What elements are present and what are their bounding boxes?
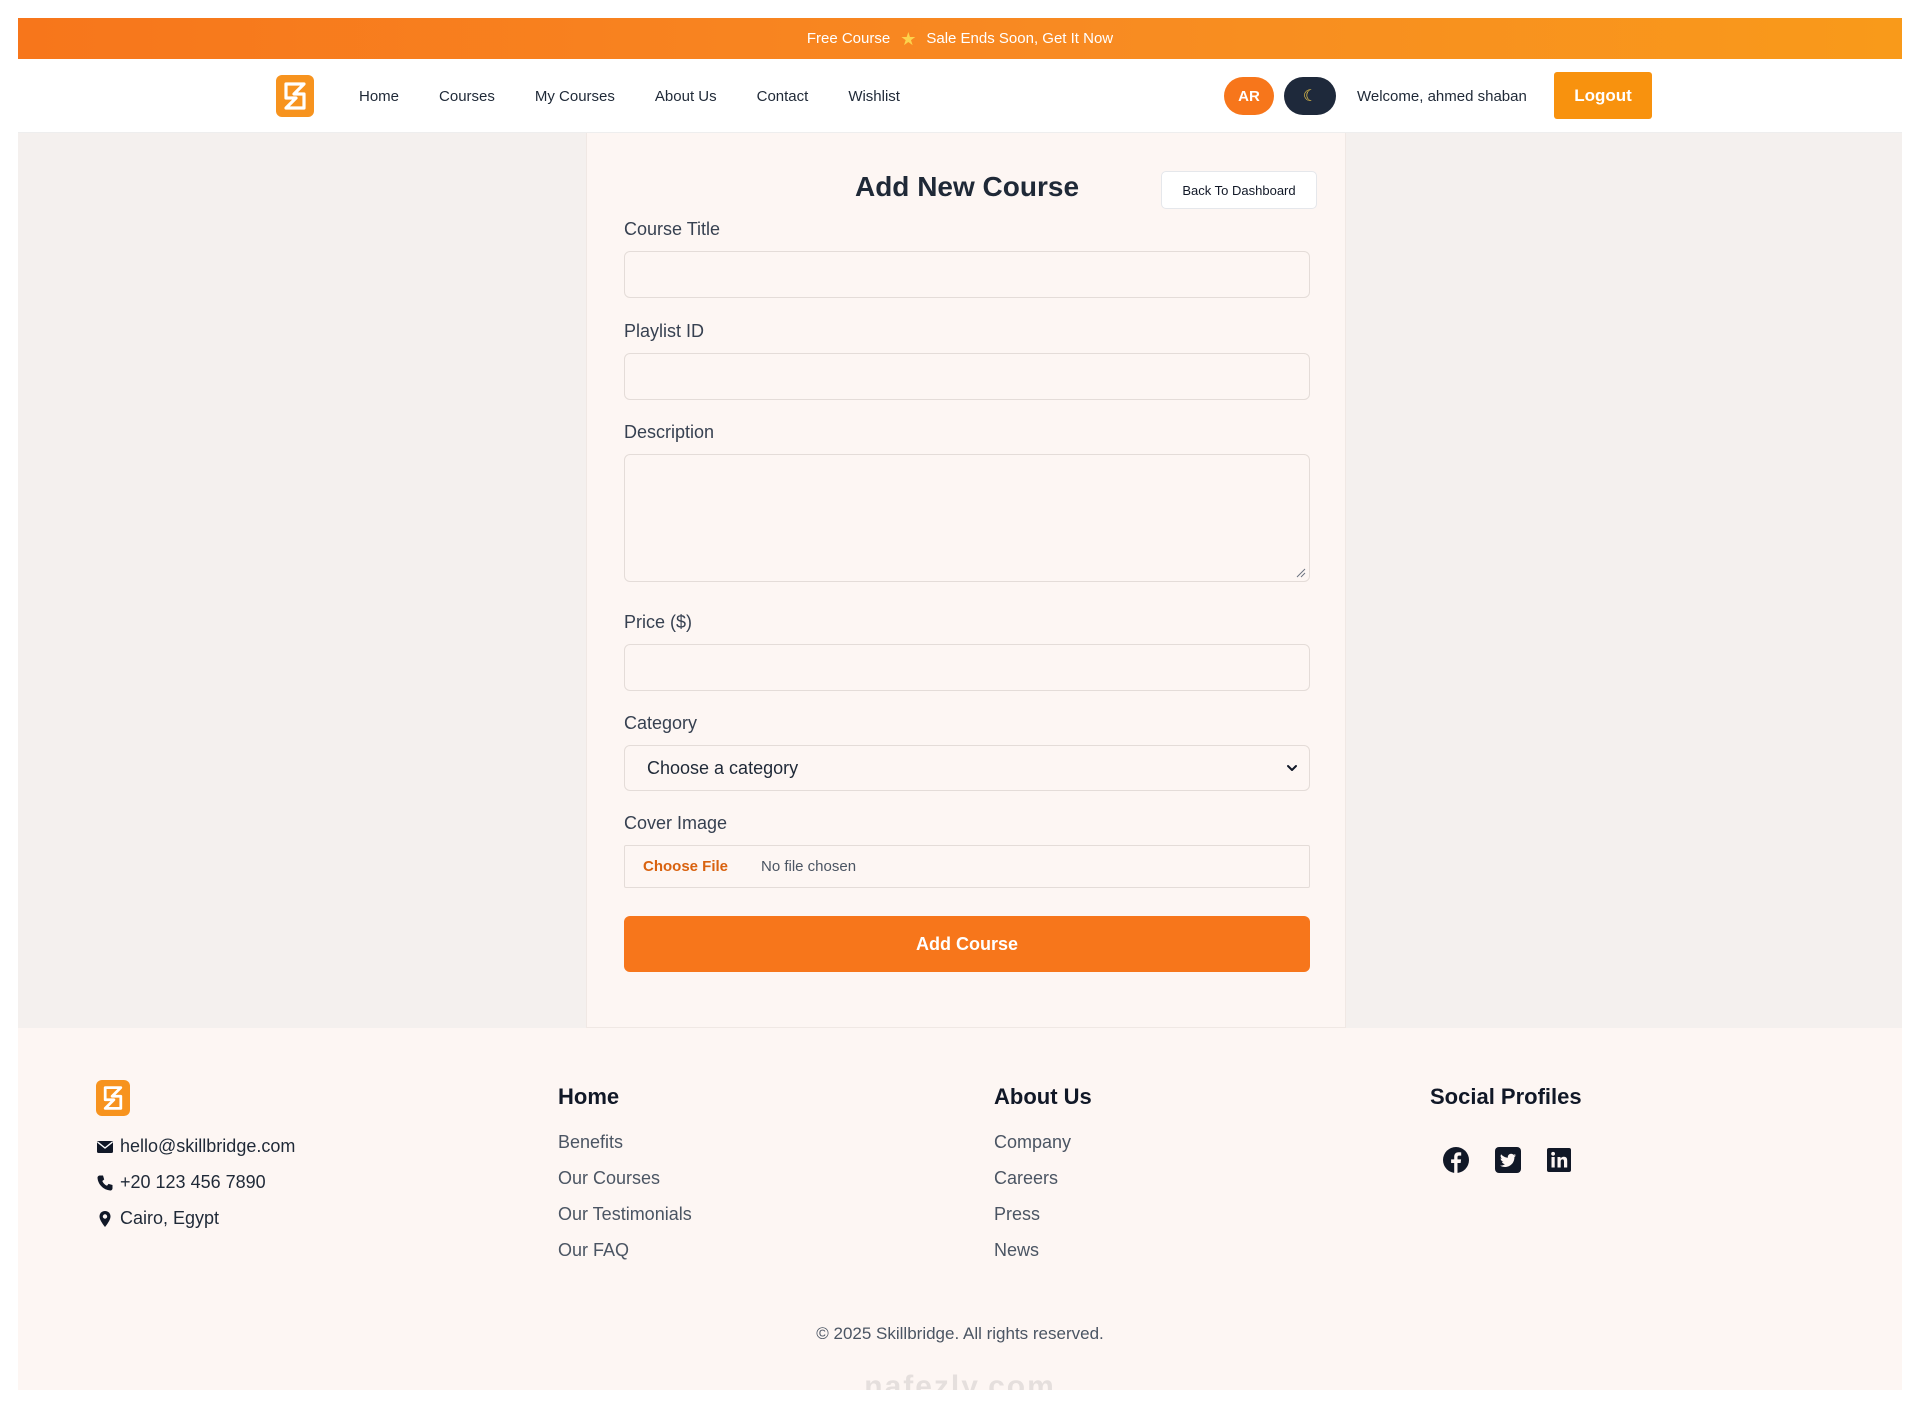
back-to-dashboard-button[interactable]: Back To Dashboard <box>1161 171 1317 209</box>
promo-right-text: Sale Ends Soon, Get It Now <box>926 30 1114 47</box>
footer-location: Cairo, Egypt <box>96 1208 219 1229</box>
phone-text: +20 123 456 7890 <box>120 1172 266 1192</box>
twitter-icon[interactable] <box>1494 1146 1522 1174</box>
footer-link-our-testimonials[interactable]: Our Testimonials <box>558 1204 692 1225</box>
email-text: hello@skillbridge.com <box>120 1136 296 1156</box>
footer-logo-glyph <box>103 1086 123 1110</box>
star-icon: ★ <box>900 28 917 49</box>
category-label: Category <box>624 713 698 733</box>
description-textarea[interactable] <box>624 454 1310 582</box>
price-label: Price ($) <box>624 612 693 632</box>
chevron-down-icon <box>1287 765 1297 771</box>
map-pin-icon <box>99 1210 111 1227</box>
add-course-card: Add New Course Back To Dashboard Course … <box>586 133 1346 1028</box>
footer: hello@skillbridge.com +20 123 456 7890 C… <box>18 1028 1902 1390</box>
moon-icon: ☾ <box>1302 88 1318 105</box>
footer-link-press[interactable]: Press <box>994 1204 1040 1225</box>
location-text: Cairo, Egypt <box>120 1208 220 1228</box>
footer-link-careers[interactable]: Careers <box>994 1168 1058 1189</box>
footer-link-our-faq[interactable]: Our FAQ <box>558 1240 629 1261</box>
nav-home[interactable]: Home <box>359 88 399 105</box>
nav-my-courses[interactable]: My Courses <box>535 88 615 105</box>
phone-icon <box>97 1175 113 1190</box>
main-content: Add New Course Back To Dashboard Course … <box>18 133 1902 1028</box>
nav-courses[interactable]: Courses <box>439 88 495 105</box>
playlist-id-input[interactable] <box>624 353 1310 400</box>
playlist-id-label: Playlist ID <box>624 321 705 341</box>
theme-toggle-button[interactable]: ☾ <box>1284 77 1336 115</box>
promo-bar[interactable]: Free Course ★ Sale Ends Soon, Get It Now <box>18 18 1902 59</box>
logout-button[interactable]: Logout <box>1554 72 1652 119</box>
footer-link-news[interactable]: News <box>994 1240 1039 1261</box>
promo-left-text: Free Course <box>806 30 891 47</box>
footer-email[interactable]: hello@skillbridge.com <box>96 1136 295 1157</box>
resize-handle-icon[interactable] <box>1296 568 1306 578</box>
footer-link-benefits[interactable]: Benefits <box>558 1132 623 1153</box>
watermark-text: nafezly.com <box>864 1370 1056 1390</box>
course-title-input[interactable] <box>624 251 1310 298</box>
linkedin-icon[interactable] <box>1545 1146 1573 1174</box>
page: Free Course ★ Sale Ends Soon, Get It Now… <box>18 18 1902 1390</box>
navbar: Home Courses My Courses About Us Contact… <box>18 59 1902 133</box>
footer-social-heading: Social Profiles <box>1430 1084 1582 1109</box>
cover-image-label: Cover Image <box>624 813 728 833</box>
copyright-text: © 2025 Skillbridge. All rights reserved. <box>816 1324 1104 1343</box>
footer-home-heading: Home <box>558 1084 620 1109</box>
footer-link-our-courses[interactable]: Our Courses <box>558 1168 660 1189</box>
cover-image-file-input[interactable]: Choose File No file chosen <box>624 845 1310 888</box>
nav-about-us[interactable]: About Us <box>655 88 717 105</box>
description-label: Description <box>624 422 715 442</box>
price-input[interactable] <box>624 644 1310 691</box>
file-status-text: No file chosen <box>761 858 857 875</box>
language-toggle-button[interactable]: AR <box>1224 77 1274 115</box>
nav-contact[interactable]: Contact <box>757 88 809 105</box>
logo-glyph <box>284 82 306 110</box>
nav-links: Home Courses My Courses About Us Contact… <box>359 59 940 133</box>
welcome-text: Welcome, ahmed shaban <box>1357 87 1527 105</box>
course-title-label: Course Title <box>624 219 721 239</box>
facebook-icon[interactable] <box>1442 1146 1470 1174</box>
footer-phone[interactable]: +20 123 456 7890 <box>96 1172 266 1193</box>
nav-wishlist[interactable]: Wishlist <box>848 88 900 105</box>
envelope-icon <box>97 1140 113 1153</box>
category-select[interactable]: Choose a category <box>624 745 1310 791</box>
footer-logo-icon[interactable] <box>96 1080 130 1116</box>
category-selected-value: Choose a category <box>647 757 799 778</box>
add-course-button[interactable]: Add Course <box>624 916 1310 972</box>
choose-file-button[interactable]: Choose File <box>643 858 761 875</box>
footer-about-heading: About Us <box>994 1084 1092 1109</box>
footer-link-company[interactable]: Company <box>994 1132 1071 1153</box>
skillbridge-logo-icon[interactable] <box>276 75 314 117</box>
